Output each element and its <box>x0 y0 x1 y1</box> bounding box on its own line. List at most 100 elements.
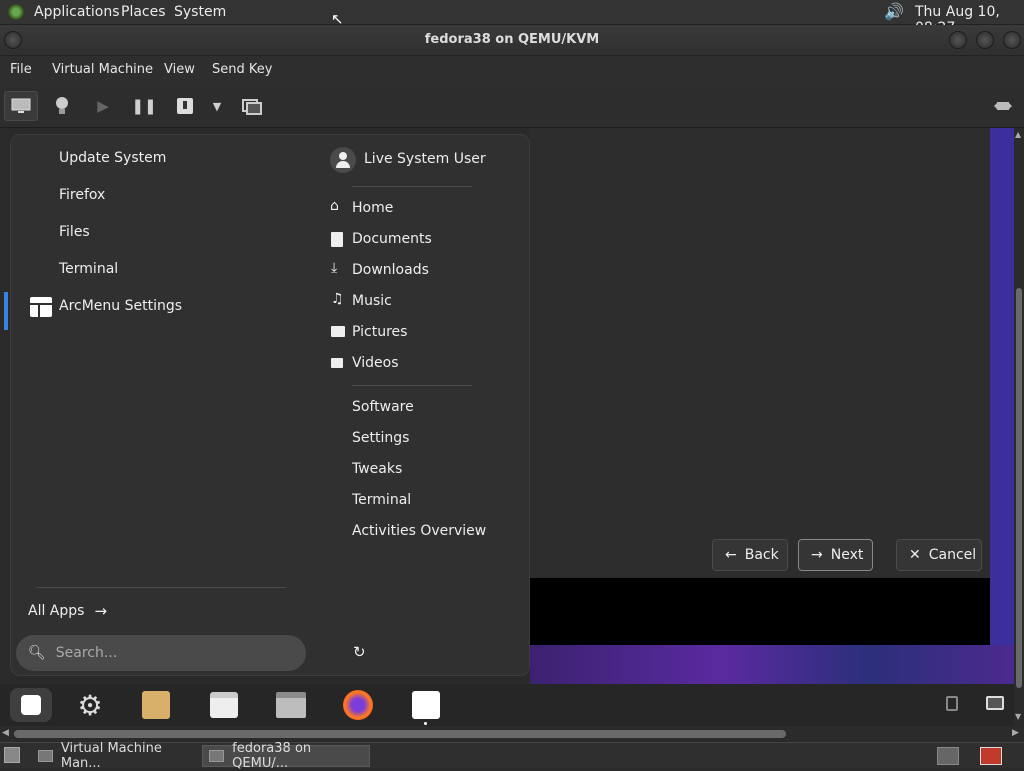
pause-button[interactable]: ❚❚ <box>131 93 157 119</box>
search-placeholder: Search... <box>55 645 118 661</box>
firefox-icon[interactable] <box>342 689 374 721</box>
wallpaper-strip <box>530 645 1014 685</box>
details-button[interactable] <box>49 93 75 119</box>
task-label: fedora38 on QEMU/... <box>232 741 312 771</box>
music-icon: ♫ <box>331 291 344 307</box>
monitor-icon <box>11 98 31 113</box>
divider <box>352 186 472 187</box>
fullscreen-button[interactable] <box>990 93 1016 119</box>
next-label: Next <box>830 547 864 563</box>
applications-menu[interactable]: Applications <box>34 4 120 20</box>
settings-gear-icon[interactable]: ⚙ <box>74 689 106 722</box>
back-button[interactable]: ← Back <box>712 539 788 571</box>
show-desktop-icon[interactable] <box>4 747 20 763</box>
download-icon: ⤓ <box>331 260 338 276</box>
clipboard-icon[interactable] <box>946 696 958 711</box>
window-titlebar[interactable]: fedora38 on QEMU/KVM <box>0 25 1024 56</box>
app-files[interactable]: Files <box>59 224 90 240</box>
scroll-left-icon[interactable]: ◀ <box>2 728 9 738</box>
workspace-switcher-icon[interactable] <box>937 747 959 765</box>
scroll-right-icon[interactable]: ▶ <box>1012 728 1019 738</box>
arrow-right-icon: → <box>811 547 823 563</box>
divider <box>36 587 286 588</box>
system-menu[interactable]: System <box>174 4 226 20</box>
vm-console-app-icon <box>209 750 225 762</box>
menu-virtual-machine[interactable]: Virtual Machine <box>52 62 153 77</box>
window-menubar: File Virtual Machine View Send Key <box>0 56 1024 83</box>
close-button[interactable] <box>1003 31 1021 49</box>
place-music[interactable]: Music <box>352 293 392 309</box>
anaconda-installer-icon[interactable] <box>410 689 442 721</box>
shutdown-menu-dropdown[interactable]: ▼ <box>204 93 230 119</box>
horizontal-scroll-thumb[interactable] <box>14 730 786 738</box>
task-label: Virtual Machine Man... <box>60 741 162 771</box>
power-icon <box>177 98 193 114</box>
host-taskbar: Virtual Machine Man... fedora38 on QEMU/… <box>0 741 1024 771</box>
arcmenu-popup <box>10 134 530 676</box>
search-input[interactable]: 🔍︎ Search... <box>16 635 306 671</box>
window-title: fedora38 on QEMU/KVM <box>424 32 600 47</box>
maximize-button[interactable] <box>976 31 994 49</box>
cancel-label: Cancel <box>928 547 977 563</box>
picture-icon <box>331 326 345 337</box>
top-panel: Applications Places System ↖ 🔊 Thu Aug 1… <box>0 0 1024 36</box>
shutdown-button[interactable] <box>172 93 198 119</box>
minimize-button[interactable] <box>949 31 967 49</box>
scroll-up-icon[interactable]: ▲ <box>1015 130 1021 139</box>
shortcut-settings[interactable]: Settings <box>352 430 409 446</box>
workspace-switcher-active-icon[interactable] <box>980 747 1002 765</box>
task-fedora38-console[interactable]: fedora38 on QEMU/... <box>202 741 370 771</box>
place-home[interactable]: Home <box>352 200 393 216</box>
places-menu[interactable]: Places <box>121 4 166 20</box>
shortcut-tweaks[interactable]: Tweaks <box>352 461 402 477</box>
scroll-down-icon[interactable]: ▼ <box>1015 712 1021 721</box>
distro-logo-icon[interactable] <box>8 4 24 20</box>
arrow-left-icon: ← <box>725 547 737 563</box>
back-label: Back <box>744 547 779 563</box>
power-options-icon[interactable]: ↻ <box>353 643 366 661</box>
task-virtual-machine-manager[interactable]: Virtual Machine Man... <box>32 741 200 771</box>
cancel-button[interactable]: ✕ Cancel <box>896 539 982 571</box>
snapshots-button[interactable] <box>239 93 265 119</box>
vertical-scrollbar[interactable]: ▲ ▼ <box>1014 128 1024 726</box>
arcmenu-settings-icon <box>30 297 52 317</box>
all-apps-label: All Apps <box>28 603 85 619</box>
horizontal-scrollbar[interactable]: ◀ ▶ <box>0 726 1024 742</box>
arcmenu-icon[interactable] <box>10 688 52 722</box>
fullscreen-icon <box>994 102 1012 110</box>
menu-file[interactable]: File <box>10 62 32 77</box>
next-button[interactable]: → Next <box>798 539 873 571</box>
user-name[interactable]: Live System User <box>364 151 486 167</box>
shortcut-terminal[interactable]: Terminal <box>352 492 411 508</box>
menu-view[interactable]: View <box>164 62 195 77</box>
app-arcmenu-settings[interactable]: ArcMenu Settings <box>59 298 182 314</box>
shortcut-software[interactable]: Software <box>352 399 414 415</box>
files-icon[interactable] <box>275 689 307 721</box>
divider <box>352 385 472 386</box>
search-icon: 🔍︎ <box>28 645 46 661</box>
app-firefox[interactable]: Firefox <box>59 187 105 203</box>
package-installer-icon[interactable] <box>140 689 172 721</box>
menu-send-key[interactable]: Send Key <box>212 62 272 77</box>
user-avatar-icon <box>330 147 356 173</box>
document-icon <box>331 232 343 247</box>
run-button[interactable]: ▶ <box>90 93 116 119</box>
software-store-icon[interactable] <box>208 689 240 721</box>
installer-window <box>530 128 990 578</box>
place-downloads[interactable]: Downloads <box>352 262 429 278</box>
console-view-button[interactable] <box>4 91 38 121</box>
place-videos[interactable]: Videos <box>352 355 399 371</box>
all-apps-button[interactable]: All Apps → <box>28 602 107 620</box>
place-pictures[interactable]: Pictures <box>352 324 407 340</box>
app-terminal[interactable]: Terminal <box>59 261 118 277</box>
shortcut-activities-overview[interactable]: Activities Overview <box>352 523 486 539</box>
vertical-scroll-thumb[interactable] <box>1016 288 1022 688</box>
installer-bottom-area <box>530 578 990 645</box>
video-icon <box>331 358 343 368</box>
workspaces-icon[interactable] <box>986 696 1004 710</box>
active-indicator <box>4 292 8 330</box>
place-documents[interactable]: Documents <box>352 231 432 247</box>
app-update-system[interactable]: Update System <box>59 150 166 166</box>
volume-icon[interactable]: 🔊 <box>884 2 904 21</box>
running-indicator <box>424 722 427 725</box>
